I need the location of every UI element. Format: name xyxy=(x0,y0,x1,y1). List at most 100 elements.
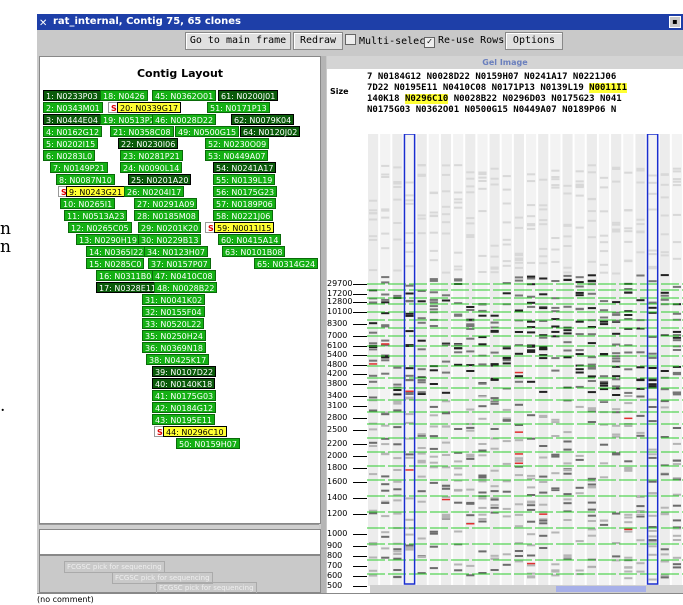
clone-bar[interactable]: 23: N0281P21 xyxy=(120,150,183,161)
clone-bar[interactable]: 25: N0201A20 xyxy=(128,174,192,185)
clone-bar[interactable]: 17: N0328E11 xyxy=(96,282,159,293)
clone-bar[interactable]: 1: N0233P03 xyxy=(43,90,101,101)
clone-bar[interactable]: 56: N0175G23 xyxy=(213,186,278,197)
clone-name-text[interactable]: 7 N0184G12 N0028D22 N0159H07 N0241A17 N0… xyxy=(367,72,616,82)
clone-bar[interactable]: 20: N0339G17 xyxy=(117,102,182,113)
clone-bar[interactable]: 58: N0221J06 xyxy=(213,210,274,221)
clone-bar[interactable]: 12: N0265C05 xyxy=(68,222,132,233)
gel-band-faint xyxy=(587,171,596,174)
gel-band xyxy=(393,569,402,571)
clone-bar[interactable]: 10: N0265I1 xyxy=(60,198,116,209)
clone-bar[interactable]: 29: N0201K20 xyxy=(138,222,202,233)
clone-bar[interactable]: 4: N0162G12 xyxy=(43,126,103,137)
clone-bar[interactable]: 42: N0184G12 xyxy=(152,402,217,413)
size-tick-mark xyxy=(353,312,367,313)
gel-band xyxy=(599,462,609,465)
maximize-icon[interactable]: ▪ xyxy=(669,16,681,28)
gel-horizontal-scrollbar[interactable] xyxy=(370,585,683,593)
clone-bar[interactable]: 51: N0171P13 xyxy=(207,102,270,113)
clone-bar[interactable]: 15: N0285C0 xyxy=(86,258,145,269)
size-tick-mark xyxy=(353,534,367,535)
clone-bar[interactable]: 30: N0229B13 xyxy=(138,234,202,245)
gel-band xyxy=(514,513,523,516)
gel-band xyxy=(648,545,657,548)
clone-bar[interactable]: 33: N0520L22 xyxy=(142,318,205,329)
clone-bar[interactable]: 14: N0365I22 xyxy=(86,246,147,257)
clone-bar[interactable]: 38: N0425K17 xyxy=(146,354,210,365)
gel-band xyxy=(502,553,511,556)
clone-bar[interactable]: 48: N0028B22 xyxy=(154,282,218,293)
gel-lanes[interactable] xyxy=(367,134,683,586)
reuse-rows-checkbox[interactable]: ✓ Re-use Rows xyxy=(424,34,504,48)
gel-band xyxy=(381,502,390,504)
go-to-main-frame-button[interactable]: Go to main frame xyxy=(185,32,291,50)
redraw-button[interactable]: Redraw xyxy=(293,32,343,50)
gel-band xyxy=(369,301,378,304)
highlighted-clone-name[interactable]: N0011I1 xyxy=(589,83,628,93)
gel-band xyxy=(624,577,633,580)
clone-bar[interactable]: 36: N0369N18 xyxy=(142,342,206,353)
clone-bar[interactable]: 27: N0291A09 xyxy=(134,198,198,209)
clone-bar[interactable]: 11: N0513A23 xyxy=(64,210,128,221)
clone-bar[interactable]: 34: N0123H07 xyxy=(144,246,208,257)
clone-bar[interactable]: 43: N0195E11 xyxy=(152,414,215,425)
clone-name-text[interactable]: N0175G03 N0362O01 N0500G15 N0449A07 N018… xyxy=(367,105,616,115)
clone-bar[interactable]: 40: N0140K18 xyxy=(152,378,216,389)
clone-bar[interactable]: 39: N0107D22 xyxy=(152,366,217,377)
clone-bar[interactable]: 52: N0230O09 xyxy=(205,138,270,149)
clone-bar[interactable]: 21: N0358C08 xyxy=(110,126,174,137)
clone-bar[interactable]: 63: N0101B08 xyxy=(222,246,286,257)
gel-band xyxy=(369,396,378,399)
highlight-band xyxy=(514,431,523,433)
panel-divider[interactable] xyxy=(321,56,326,593)
clone-bar[interactable]: 47: N0410C08 xyxy=(152,270,216,281)
clone-bar[interactable]: 62: N0079K04 xyxy=(231,114,295,125)
clone-bar[interactable]: 65: N0314G24 xyxy=(254,258,319,269)
gel-band-faint xyxy=(393,166,402,169)
clone-name-text[interactable]: 140K18 xyxy=(367,94,405,104)
clone-bar[interactable]: 57: N0189P06 xyxy=(213,198,276,209)
clone-bar[interactable]: 46: N0028D22 xyxy=(152,114,217,125)
clone-bar[interactable]: 7: N0149P21 xyxy=(50,162,108,173)
clone-bar[interactable]: 60: N0415A14 xyxy=(218,234,282,245)
clone-bar[interactable]: 3: N0444E04 xyxy=(43,114,101,125)
clone-bar[interactable]: 53: N0449A07 xyxy=(205,150,269,161)
clone-bar[interactable]: 59: N0011I15 xyxy=(214,222,275,233)
clone-bar[interactable]: 54: N0241A17 xyxy=(213,162,277,173)
clone-bar[interactable]: 18: N0426 xyxy=(100,90,148,101)
multi-select-checkbox[interactable]: Multi-select xyxy=(345,34,431,48)
clone-bar[interactable]: 61: N0200J01 xyxy=(218,90,279,101)
options-button[interactable]: Options xyxy=(505,32,563,50)
clone-bar[interactable]: 37: N0157P07 xyxy=(148,258,211,269)
gel-band-faint xyxy=(636,231,645,234)
clone-bar[interactable]: 44: N0296C10 xyxy=(163,426,227,437)
clone-bar[interactable]: 6: N0283L0 xyxy=(43,150,96,161)
clone-bar[interactable]: 26: N0204I17 xyxy=(124,186,185,197)
clone-bar[interactable]: 64: N0120J02 xyxy=(240,126,301,137)
clone-bar[interactable]: 50: N0159H07 xyxy=(176,438,240,449)
clone-bar[interactable]: 8: N0087N10 xyxy=(56,174,115,185)
clone-bar[interactable]: 16: N0311B04 xyxy=(96,270,160,281)
clone-bar[interactable]: 5: N0202I15 xyxy=(43,138,99,149)
gel-band xyxy=(636,570,645,573)
clone-bar[interactable]: 55: N0139L19 xyxy=(213,174,276,185)
clone-bar[interactable]: 31: N0041K02 xyxy=(142,294,206,305)
gel-band xyxy=(393,402,402,405)
clone-bar[interactable]: 45: N0362O01 xyxy=(152,90,217,101)
clone-bar[interactable]: 28: N0185M08 xyxy=(134,210,199,221)
clone-bar[interactable]: 24: N0090L14 xyxy=(120,162,183,173)
gel-lane xyxy=(598,134,610,586)
clone-name-text[interactable]: 7D22 N0195E11 N0410C08 N0171P13 N0139L19 xyxy=(367,83,589,93)
clone-bar[interactable]: 35: N0250H24 xyxy=(142,330,206,341)
clone-bar[interactable]: 49: N0500G15 xyxy=(175,126,240,137)
clone-name-text[interactable]: N0028B22 N0296D03 N0175G23 N041 xyxy=(448,94,622,104)
clone-bar[interactable]: 13: N0290H19 xyxy=(76,234,140,245)
clone-bar[interactable]: 9: N0243G21 xyxy=(66,186,126,197)
gel-band-faint xyxy=(441,221,451,224)
scroll-thumb[interactable] xyxy=(556,586,646,592)
clone-bar[interactable]: 41: N0175G03 xyxy=(152,390,217,401)
clone-bar[interactable]: 2: N0343M01 xyxy=(43,102,103,113)
clone-bar[interactable]: 22: N0230I06 xyxy=(118,138,179,149)
clone-bar[interactable]: 32: N0155F04 xyxy=(142,306,205,317)
highlighted-clone-name[interactable]: N0296C10 xyxy=(404,94,449,104)
